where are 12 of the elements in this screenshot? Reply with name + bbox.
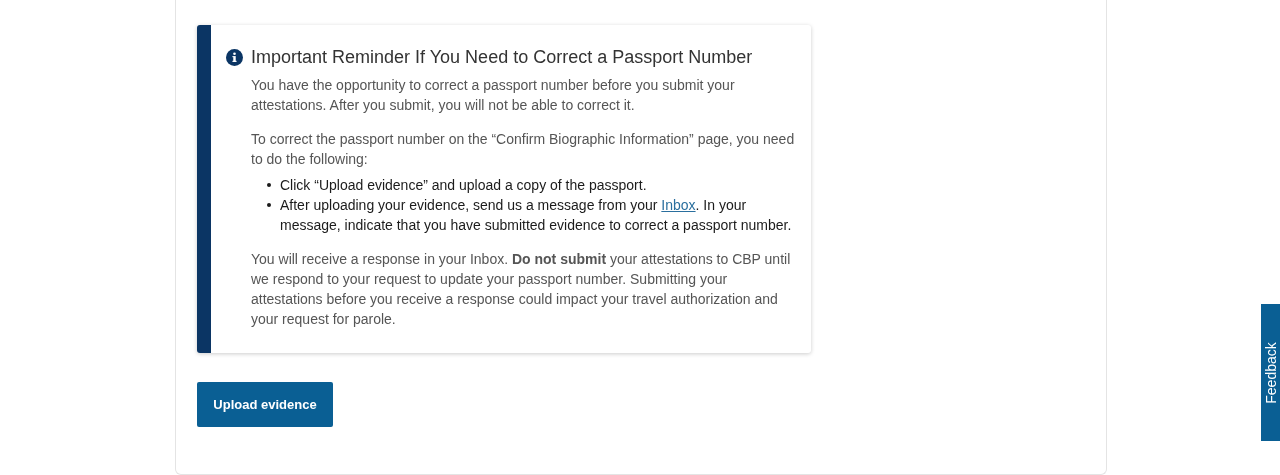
bullet-icon <box>267 183 271 187</box>
list-item-text: After uploading your evidence, send us a message from your Inbox. In your message, indicate that you have submitted evidence to correct a passport number. <box>280 196 793 235</box>
alert-paragraph: You will receive a response in your Inbox. Do not submit your attestations to CBP until we respond to your request to update your passport number. Submitting your attestations before you receive a response could impact your travel authorization and your request for parole. <box>251 250 792 329</box>
alert-title: Important Reminder If You Need to Correct a Passport Number <box>251 47 753 68</box>
alert-paragraph: To correct the passport number on the “Confirm Biographic Information” page, you need to do the following: <box>251 130 795 169</box>
info-icon <box>226 49 243 66</box>
alert-paragraph: You have the opportunity to correct a passport number before you submit your attestations. After you submit, you will not be able to correct it. <box>251 76 736 115</box>
list-item-text: Click “Upload evidence” and upload a copy of the passport. <box>280 176 647 195</box>
bullet-icon <box>267 203 271 207</box>
feedback-tab[interactable]: Feedback <box>1261 304 1280 441</box>
inbox-link[interactable]: Inbox <box>661 197 696 213</box>
upload-evidence-button[interactable]: Upload evidence <box>197 382 333 427</box>
